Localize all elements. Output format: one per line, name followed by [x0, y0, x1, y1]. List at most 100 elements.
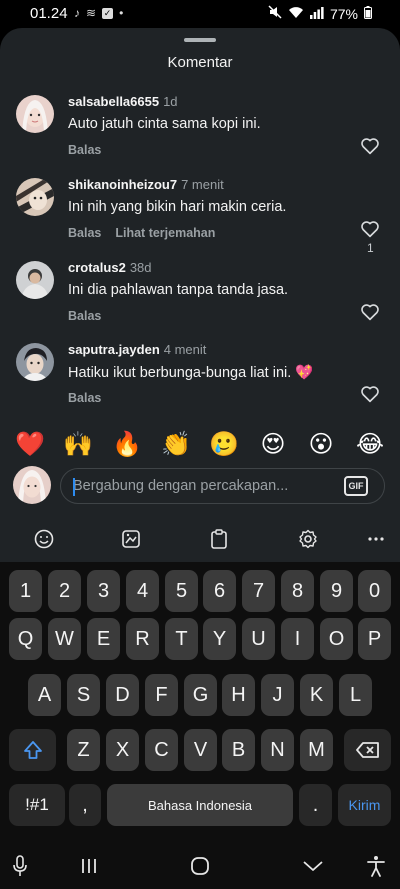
send-key[interactable]: Kirim [338, 784, 391, 826]
key-u[interactable]: U [242, 618, 275, 660]
emoji-clap[interactable]: 👏 [161, 425, 191, 465]
key-i[interactable]: I [281, 618, 314, 660]
dot-icon: • [119, 6, 124, 20]
my-avatar [13, 466, 51, 504]
key-b[interactable]: B [222, 729, 255, 771]
key-c[interactable]: C [145, 729, 178, 771]
key-h[interactable]: H [222, 674, 255, 716]
home-icon[interactable] [190, 854, 210, 878]
key-o[interactable]: O [320, 618, 353, 660]
symbols-key[interactable]: !#1 [9, 784, 65, 826]
settings-gear-icon[interactable] [295, 526, 321, 552]
avatar[interactable] [16, 178, 54, 216]
comma-key[interactable]: , [69, 784, 101, 826]
key-q[interactable]: Q [9, 618, 42, 660]
key-k[interactable]: K [300, 674, 333, 716]
key-l[interactable]: L [339, 674, 372, 716]
heart-icon[interactable] [360, 303, 382, 323]
shift-key[interactable] [9, 729, 56, 771]
emoji-surprised[interactable]: 😮 [306, 425, 336, 465]
more-options-icon[interactable] [363, 526, 389, 552]
comment-text: Hatiku ikut berbunga-bunga liat ini. 💖 [68, 365, 314, 381]
reply-button[interactable]: Balas [68, 309, 101, 323]
period-key[interactable]: . [299, 784, 332, 826]
key-7[interactable]: 7 [242, 570, 275, 612]
clipboard-icon[interactable] [206, 526, 232, 552]
key-y[interactable]: Y [203, 618, 236, 660]
key-f[interactable]: F [145, 674, 178, 716]
emoji-smile-tear[interactable]: 🥲 [209, 425, 239, 465]
emoji-heart-eyes[interactable]: 😍 [258, 425, 288, 465]
comment-input-container[interactable]: GIF [60, 468, 385, 504]
comment-username[interactable]: crotalus2 [68, 260, 126, 275]
gif-button[interactable]: GIF [344, 476, 368, 496]
comment-item: crotalus2 38d Ini dia pahlawan tanpa tand… [0, 260, 400, 340]
key-m[interactable]: M [300, 729, 333, 771]
key-a[interactable]: A [28, 674, 61, 716]
key-0[interactable]: 0 [358, 570, 391, 612]
comment-username[interactable]: shikanoinheizou7 [68, 177, 177, 192]
key-8[interactable]: 8 [281, 570, 314, 612]
microphone-icon[interactable] [12, 854, 28, 878]
reply-button[interactable]: Balas [68, 391, 101, 405]
key-t[interactable]: T [165, 618, 198, 660]
emoji-raised-hands[interactable]: 🙌 [63, 425, 93, 465]
comment-composer: GIF [0, 462, 400, 512]
heart-icon[interactable] [360, 385, 382, 405]
key-j[interactable]: J [261, 674, 294, 716]
comment-time: 38d [129, 260, 152, 275]
avatar[interactable] [16, 343, 54, 381]
key-z[interactable]: Z [67, 729, 100, 771]
heart-icon[interactable] [360, 220, 382, 240]
hide-keyboard-chevron-icon[interactable] [302, 854, 324, 878]
comment-username[interactable]: salsabella6655 [68, 94, 159, 109]
reply-button[interactable]: Balas [68, 143, 101, 157]
key-x[interactable]: X [106, 729, 139, 771]
reply-button[interactable]: Balas [68, 226, 101, 240]
sticker-icon[interactable] [118, 526, 144, 552]
key-e[interactable]: E [87, 618, 120, 660]
comment-text: Auto jatuh cinta sama kopi ini. [68, 116, 261, 132]
emoji-heart[interactable]: ❤️ [15, 425, 45, 465]
emoji-icon[interactable] [31, 526, 57, 552]
wifi-icon [288, 6, 304, 22]
comment-item: salsabella6655 1d Auto jatuh cinta sama k… [0, 94, 400, 174]
check-box-icon: ✓ [102, 7, 114, 19]
key-p[interactable]: P [358, 618, 391, 660]
key-1[interactable]: 1 [9, 570, 42, 612]
emoji-fire[interactable]: 🔥 [112, 425, 142, 465]
key-g[interactable]: G [184, 674, 217, 716]
emoji-laughing[interactable]: 😂 [355, 425, 385, 465]
comment-text: Ini nih yang bikin hari makin ceria. [68, 199, 287, 215]
drag-handle[interactable] [184, 38, 216, 42]
system-nav-bar [0, 842, 400, 889]
key-r[interactable]: R [126, 618, 159, 660]
key-w[interactable]: W [48, 618, 81, 660]
backspace-key[interactable] [344, 729, 391, 771]
key-3[interactable]: 3 [87, 570, 120, 612]
recent-apps-icon[interactable] [80, 854, 98, 878]
battery-text: 77% [329, 5, 358, 22]
key-4[interactable]: 4 [126, 570, 159, 612]
avatar[interactable] [16, 95, 54, 133]
key-s[interactable]: S [67, 674, 100, 716]
key-v[interactable]: V [184, 729, 217, 771]
key-5[interactable]: 5 [165, 570, 198, 612]
comment-text: Ini dia pahlawan tanpa tanda jasa. [68, 282, 289, 298]
avatar[interactable] [16, 261, 54, 299]
key-6[interactable]: 6 [203, 570, 236, 612]
battery-icon [364, 5, 372, 22]
like-count: 1 [367, 241, 374, 255]
tiktok-icon: ♪ [74, 6, 80, 20]
comment-username[interactable]: saputra.jayden [68, 342, 160, 357]
heart-icon[interactable] [360, 137, 382, 157]
accessibility-icon[interactable] [366, 854, 386, 878]
comment-time: 7 menit [181, 177, 224, 192]
comment-input[interactable] [73, 469, 333, 503]
key-2[interactable]: 2 [48, 570, 81, 612]
space-key[interactable]: Bahasa Indonesia [107, 784, 293, 826]
key-n[interactable]: N [261, 729, 294, 771]
key-d[interactable]: D [106, 674, 139, 716]
see-translation-button[interactable]: Lihat terjemahan [115, 226, 215, 240]
key-9[interactable]: 9 [320, 570, 353, 612]
